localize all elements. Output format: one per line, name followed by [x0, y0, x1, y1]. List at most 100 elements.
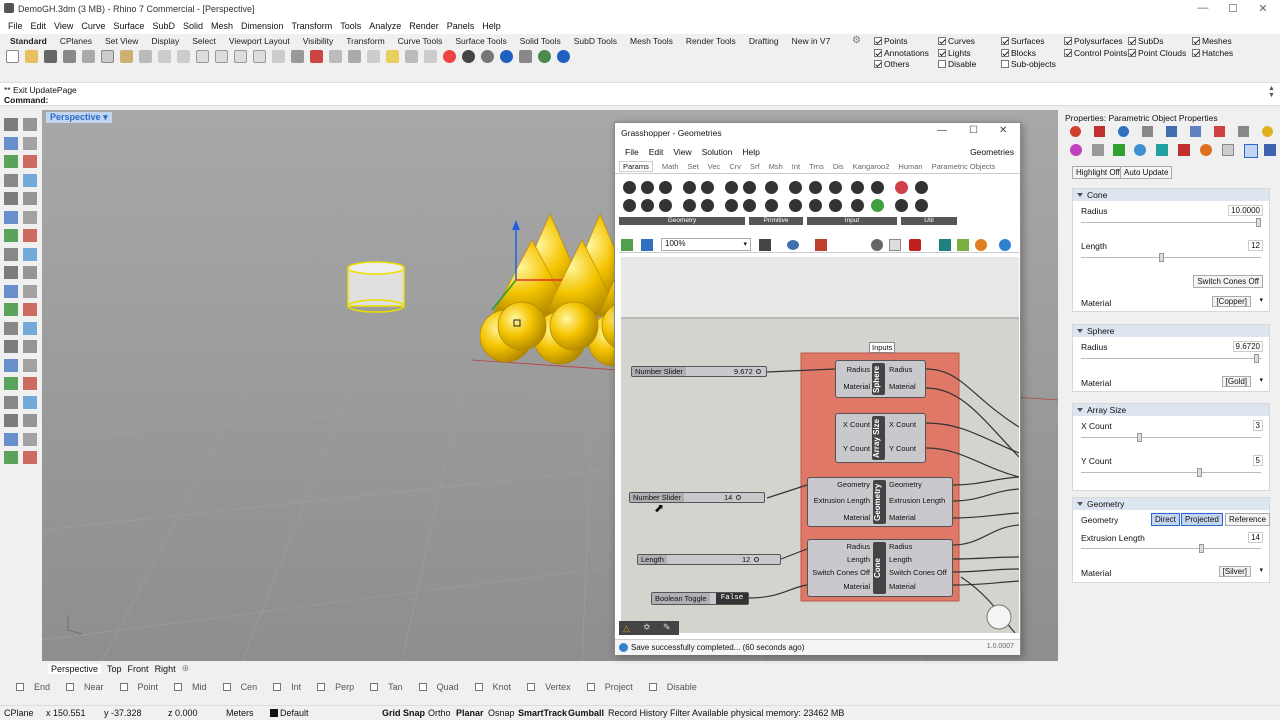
tool-icon[interactable] [23, 155, 37, 168]
gh-param-icon[interactable] [895, 181, 908, 194]
gh-number-slider-radius[interactable]: Number Slider 9.672 [631, 366, 767, 377]
tool-icon[interactable] [4, 303, 18, 316]
hide-icon[interactable] [424, 50, 437, 63]
tool-icon[interactable] [4, 155, 18, 168]
tab-new-in-v7[interactable]: New in V7 [792, 36, 831, 46]
tool-icon[interactable] [4, 451, 18, 464]
gh-number-slider-extrusion[interactable]: Number Slider 14 [629, 492, 765, 503]
gear-icon[interactable]: ⚙ [852, 35, 861, 46]
gh-zoom-extents-icon[interactable] [759, 239, 771, 251]
rotate-view-icon[interactable] [177, 50, 190, 63]
sphere-material-select[interactable]: [Gold] [1221, 376, 1251, 387]
tool-icon[interactable] [23, 340, 37, 353]
gh-param-icon[interactable] [641, 181, 654, 194]
chevron-down-icon[interactable]: ▾ [1259, 566, 1263, 574]
copy-object-icon[interactable] [348, 50, 361, 63]
grasshopper-props-icon[interactable] [1113, 144, 1125, 156]
save-icon[interactable] [44, 50, 57, 63]
gh-input-y-count[interactable]: Y Count [838, 444, 870, 453]
tab-set-view[interactable]: Set View [105, 36, 138, 46]
gh-input-length[interactable]: Length [810, 555, 870, 564]
tab-viewport-layout[interactable]: Viewport Layout [229, 36, 290, 46]
gh-mesh-quality-icon[interactable] [957, 239, 969, 251]
tab-standard[interactable]: Standard [10, 36, 47, 46]
edit-icon[interactable] [1092, 144, 1104, 156]
gh-input-switch-cones-off[interactable]: Switch Cones Off [810, 568, 870, 577]
menu-file[interactable]: File [8, 21, 23, 31]
gh-pencil-icon[interactable]: ✎ [663, 622, 671, 633]
slider-handle[interactable] [1159, 253, 1164, 262]
tab-transform[interactable]: Transform [346, 36, 384, 46]
gh-pin-icon[interactable]: ✡ [643, 622, 651, 633]
gh-maximize-button[interactable]: ☐ [969, 125, 978, 136]
gh-menu-edit[interactable]: Edit [649, 147, 664, 157]
osnap-cen[interactable]: Cen [215, 682, 257, 692]
gh-output-radius[interactable]: Radius [889, 365, 912, 374]
menu-solid[interactable]: Solid [183, 21, 203, 31]
osnap-end[interactable]: End [8, 682, 50, 692]
gh-cone-component[interactable]: Radius Length Switch Cones Off Material … [807, 539, 953, 597]
tab-subd-tools[interactable]: SubD Tools [574, 36, 617, 46]
filter-blocks[interactable]: Blocks [1001, 48, 1056, 60]
record-history-toggle[interactable]: Record History [608, 708, 668, 718]
filter-polysurfaces[interactable]: Polysurfaces [1064, 36, 1127, 48]
gh-param-icon[interactable] [915, 181, 928, 194]
tool-icon[interactable] [4, 192, 18, 205]
menu-subd[interactable]: SubD [152, 21, 175, 31]
select-icon[interactable] [310, 50, 323, 63]
filter-disable[interactable]: Disable [938, 59, 976, 71]
help-icon[interactable] [557, 50, 570, 63]
tab-drafting[interactable]: Drafting [749, 36, 779, 46]
x-count-slider[interactable] [1081, 433, 1261, 442]
gh-wireframe-icon[interactable] [889, 239, 901, 251]
geometry-group-header[interactable]: Geometry [1073, 498, 1269, 510]
maximize-button[interactable]: ☐ [1218, 2, 1248, 16]
tool-icon[interactable] [23, 247, 37, 261]
tool-icon[interactable] [4, 118, 18, 131]
gh-param-icon[interactable] [809, 181, 822, 194]
tool-icon[interactable] [23, 192, 37, 205]
direct-button[interactable]: Direct [1151, 513, 1180, 526]
gh-slider-grip[interactable] [756, 369, 761, 374]
gh-tab-human[interactable]: Human [898, 162, 922, 171]
tab-cplanes[interactable]: CPlanes [60, 36, 92, 46]
osnap-int[interactable]: Int [265, 682, 301, 692]
gh-param-icon[interactable] [701, 181, 714, 194]
tab-visibility[interactable]: Visibility [303, 36, 334, 46]
gh-tab-set[interactable]: Set [688, 162, 699, 171]
gh-navigation-widget[interactable] [986, 604, 1012, 630]
gh-tab-parametric-objects[interactable]: Parametric Objects [932, 162, 996, 171]
auto-update-button[interactable]: Auto Update [1120, 166, 1173, 179]
gh-number-slider-length[interactable]: Length 12 [637, 554, 781, 565]
gh-param-icon[interactable] [829, 181, 842, 194]
gh-menu-help[interactable]: Help [742, 147, 759, 157]
menu-dimension[interactable]: Dimension [241, 21, 284, 31]
chevron-down-icon[interactable]: ▾ [1259, 376, 1263, 384]
filter-annotations[interactable]: Annotations [874, 48, 929, 60]
tool-icon[interactable] [4, 432, 18, 446]
sphere-props-icon[interactable] [1200, 144, 1212, 156]
rendered-sphere-icon[interactable] [500, 50, 513, 63]
osnap-toggle[interactable]: Osnap [488, 708, 515, 718]
tool-icon[interactable] [4, 229, 18, 242]
cut-icon[interactable] [82, 50, 95, 63]
tool-icon[interactable] [4, 210, 18, 224]
chevron-down-icon[interactable]: ▾ [1259, 296, 1263, 304]
filter-toggle[interactable]: Filter [670, 708, 690, 718]
y-count-input[interactable]: 5 [1252, 455, 1263, 466]
gh-param-icon[interactable] [789, 199, 802, 212]
osnap-near[interactable]: Near [58, 682, 104, 692]
gh-param-icon[interactable] [871, 199, 884, 212]
gh-input-x-count[interactable]: X Count [838, 420, 870, 429]
tool-icon[interactable] [4, 266, 18, 279]
gh-param-icon[interactable] [641, 199, 654, 212]
osnap-project[interactable]: Project [579, 682, 633, 692]
tab-top[interactable]: Top [107, 664, 122, 674]
ortho-toggle[interactable]: Ortho [428, 708, 451, 718]
paste-icon[interactable] [120, 50, 133, 63]
gh-param-icon[interactable] [809, 199, 822, 212]
gh-menu-file[interactable]: File [625, 147, 639, 157]
cone-radius-input[interactable]: 10.0000 [1228, 205, 1263, 216]
tool-icon[interactable] [4, 377, 18, 390]
gh-tab-params[interactable]: Params [619, 161, 653, 172]
